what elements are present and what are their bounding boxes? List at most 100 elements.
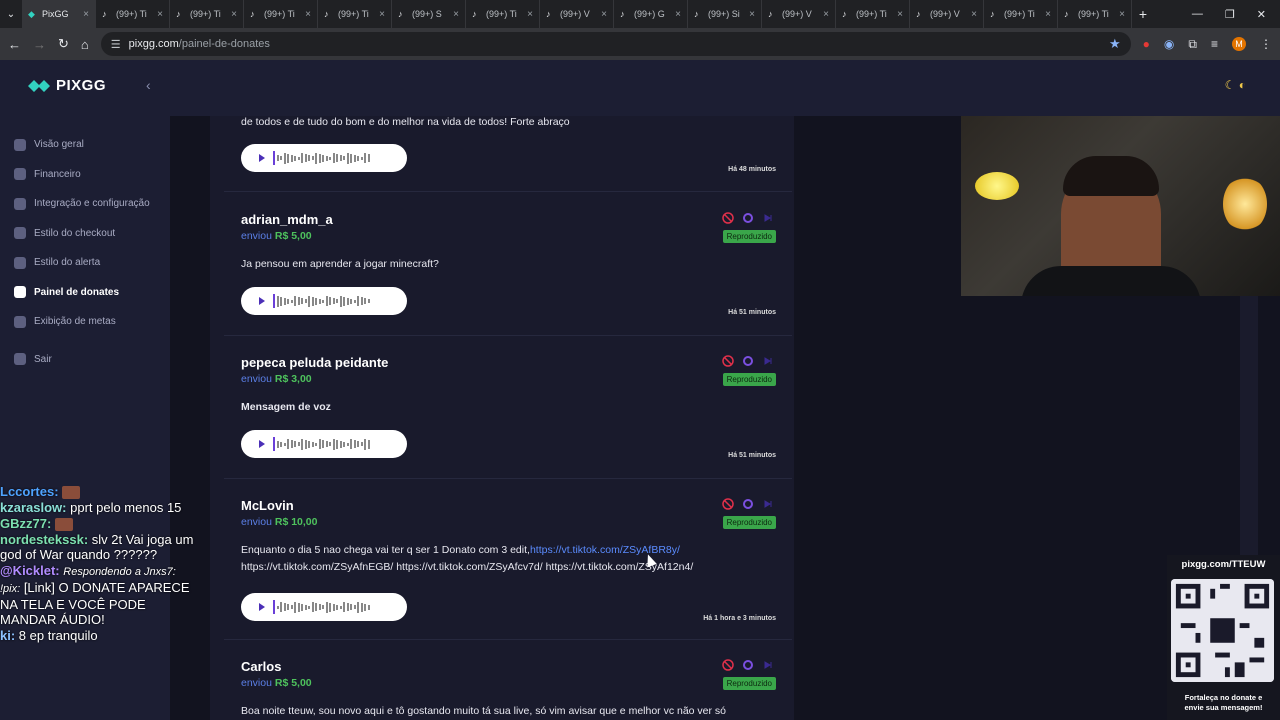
browser-tab[interactable]: ♪ (99+) V ×	[910, 0, 984, 28]
block-icon[interactable]	[722, 355, 734, 367]
browser-tab[interactable]: ♪ (99+) V ×	[540, 0, 614, 28]
status-badge: Reproduzido	[722, 516, 776, 529]
play-icon[interactable]	[259, 440, 265, 448]
waveform-bar	[364, 438, 366, 450]
waveform-bar	[280, 441, 282, 447]
chat-line: nordestekssk: slv 2t Vai joga um god of …	[0, 532, 200, 562]
donation-actions	[722, 498, 774, 510]
reload-icon[interactable]: ↻	[58, 36, 69, 52]
browser-tab[interactable]: ♪ (99+) S ×	[392, 0, 466, 28]
sidebar-item-2[interactable]: Financeiro	[14, 160, 164, 190]
waveform-bar	[325, 155, 328, 161]
extension-audio-icon[interactable]: ◉	[1164, 37, 1174, 51]
browser-tab[interactable]: ♪ (99+) Ti ×	[466, 0, 540, 28]
maximize-icon[interactable]: ❐	[1225, 8, 1235, 21]
browser-tab[interactable]: ♪ (99+) Ti ×	[318, 0, 392, 28]
sidebar-item-4[interactable]: Estilo do checkout	[14, 219, 164, 249]
back-icon[interactable]: ←	[8, 37, 21, 52]
close-tab-icon[interactable]: ×	[379, 9, 385, 20]
collapse-sidebar-icon[interactable]: ‹	[146, 77, 151, 93]
audio-player[interactable]	[241, 430, 407, 458]
close-tab-icon[interactable]: ×	[971, 9, 977, 20]
close-tab-icon[interactable]: ×	[453, 9, 459, 20]
waveform-bar	[304, 299, 307, 303]
browser-tab[interactable]: ◆ PixGG ×	[22, 0, 96, 28]
close-tab-icon[interactable]: ×	[601, 9, 607, 20]
close-tab-icon[interactable]: ×	[83, 9, 89, 20]
waveform-bar	[308, 605, 310, 609]
browser-tab[interactable]: ♪ (99+) Ti ×	[170, 0, 244, 28]
close-tab-icon[interactable]: ×	[1045, 9, 1051, 20]
media-icon[interactable]: ≡	[1211, 37, 1218, 51]
forward-icon[interactable]: →	[33, 37, 46, 52]
menu-kebab-icon[interactable]: ⋮	[1260, 37, 1272, 51]
home-icon[interactable]: ⌂	[81, 37, 89, 52]
replay-icon[interactable]	[742, 498, 754, 510]
tiktok-icon: ♪	[916, 9, 921, 19]
close-tab-icon[interactable]: ×	[305, 9, 311, 20]
lamp-left	[975, 172, 1019, 200]
close-tab-icon[interactable]: ×	[157, 9, 163, 20]
tab-search-dropdown-icon[interactable]: ⌄	[0, 0, 22, 28]
browser-tab[interactable]: ♪ (99+) G ×	[614, 0, 688, 28]
sidebar-item-8[interactable]: Sair	[14, 345, 164, 375]
sidebar-item-7[interactable]: Exibição de metas	[14, 307, 164, 337]
replay-icon[interactable]	[742, 212, 754, 224]
extension-red-icon[interactable]: ●	[1143, 37, 1150, 51]
minimize-icon[interactable]: —	[1192, 8, 1203, 21]
profile-avatar[interactable]: M	[1232, 37, 1246, 51]
waveform-bar	[283, 603, 286, 611]
audio-player[interactable]	[241, 144, 407, 172]
play-icon[interactable]	[259, 297, 265, 305]
bookmark-star-icon[interactable]: ★	[1109, 36, 1121, 52]
skip-icon[interactable]	[762, 659, 774, 671]
site-info-icon[interactable]: ☰	[111, 38, 121, 51]
sidebar-item-3[interactable]: Integração e configuração	[14, 189, 164, 219]
browser-tab[interactable]: ♪ (99+) Si ×	[688, 0, 762, 28]
browser-tab[interactable]: ♪ (99+) Ti ×	[1058, 0, 1132, 28]
block-icon[interactable]	[722, 659, 734, 671]
waveform-bar	[287, 604, 289, 610]
close-tab-icon[interactable]: ×	[749, 9, 755, 20]
browser-tab[interactable]: ♪ (99+) Ti ×	[244, 0, 318, 28]
address-bar[interactable]: ☰ pixgg.com/painel-de-donates ★	[100, 32, 1131, 56]
close-tab-icon[interactable]: ×	[527, 9, 533, 20]
browser-tab[interactable]: ♪ (99+) V ×	[762, 0, 836, 28]
browser-tab[interactable]: ♪ (99+) Ti ×	[984, 0, 1058, 28]
sidebar-item-5[interactable]: Estilo do alerta	[14, 248, 164, 278]
replay-icon[interactable]	[742, 659, 754, 671]
brand-name: PIXGG	[56, 77, 107, 94]
skip-icon[interactable]	[762, 212, 774, 224]
message-link[interactable]: https://vt.tiktok.com/ZSyAfBR8y/	[530, 544, 680, 556]
donation-amount-line: enviou R$ 3,00	[241, 373, 312, 385]
close-tab-icon[interactable]: ×	[823, 9, 829, 20]
sidebar-item-6[interactable]: Painel de donates	[14, 278, 164, 308]
waveform-bar	[287, 298, 289, 304]
new-tab-button[interactable]: +	[1132, 6, 1154, 22]
close-tab-icon[interactable]: ×	[1119, 9, 1125, 20]
block-icon[interactable]	[722, 498, 734, 510]
close-window-icon[interactable]: ✕	[1257, 8, 1266, 21]
replay-icon[interactable]	[742, 355, 754, 367]
skip-icon[interactable]	[762, 498, 774, 510]
close-tab-icon[interactable]: ×	[231, 9, 237, 20]
play-icon[interactable]	[259, 154, 265, 162]
audio-player[interactable]	[241, 593, 407, 621]
skip-icon[interactable]	[762, 355, 774, 367]
browser-tab[interactable]: ♪ (99+) Ti ×	[96, 0, 170, 28]
waveform-bar	[283, 297, 286, 305]
brand-logo[interactable]: PIXGG	[28, 77, 106, 94]
extensions-puzzle-icon[interactable]: ⧉	[1188, 37, 1197, 52]
waveform-bar	[318, 298, 321, 304]
chat-user: nordestekssk:	[0, 532, 89, 548]
audio-player[interactable]	[241, 287, 407, 315]
close-tab-icon[interactable]: ×	[897, 9, 903, 20]
tab-label: (99+) Ti	[1004, 9, 1035, 19]
theme-toggle-moon-icon[interactable]: ☾ ◐	[1225, 78, 1246, 92]
sidebar-item-1[interactable]: Visão geral	[14, 130, 164, 160]
message-links[interactable]: https://vt.tiktok.com/ZSyAfnEGB/ https:/…	[241, 561, 693, 573]
play-icon[interactable]	[259, 603, 265, 611]
browser-tab[interactable]: ♪ (99+) Ti ×	[836, 0, 910, 28]
close-tab-icon[interactable]: ×	[675, 9, 681, 20]
block-icon[interactable]	[722, 212, 734, 224]
